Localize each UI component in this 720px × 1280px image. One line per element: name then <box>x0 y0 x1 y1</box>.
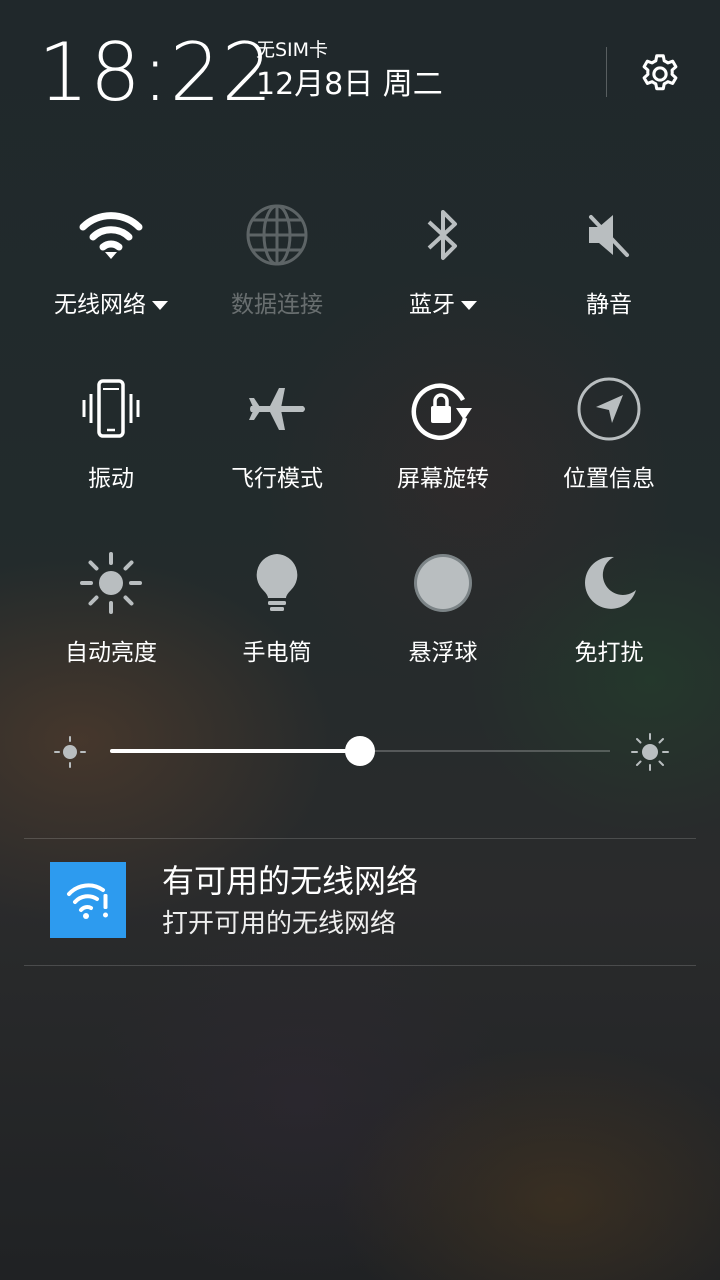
sun-icon <box>80 552 142 614</box>
notification-title: 有可用的无线网络 <box>162 862 419 900</box>
globe-icon <box>246 204 308 266</box>
rotation-lock-icon <box>411 383 472 440</box>
notification-subtitle: 打开可用的无线网络 <box>162 909 397 939</box>
toggle-floating-ball[interactable]: 悬浮球 <box>360 546 526 696</box>
brightness-high-icon <box>631 733 669 771</box>
toggle-label: 手电筒 <box>242 640 312 666</box>
mute-icon <box>589 215 629 257</box>
clock-time: 18:22 <box>38 26 274 119</box>
toggle-label: 数据连接 <box>231 292 323 318</box>
brightness-slider-thumb[interactable] <box>345 736 375 766</box>
toggle-label: 位置信息 <box>563 466 655 492</box>
dropdown-caret-icon[interactable] <box>461 301 477 310</box>
location-arrow-icon <box>577 377 641 441</box>
toggle-location[interactable]: 位置信息 <box>526 372 692 522</box>
dropdown-caret-icon[interactable] <box>152 301 168 310</box>
toggle-label: 振动 <box>88 466 134 492</box>
notification-app-icon <box>50 862 126 938</box>
vibrate-phone-icon <box>82 379 140 438</box>
toggle-wifi[interactable]: 无线网络 <box>28 198 194 348</box>
toggle-label: 蓝牙 <box>409 292 455 318</box>
toggle-label: 自动亮度 <box>65 640 157 666</box>
wifi-alert-icon <box>67 883 108 919</box>
toggle-label: 飞行模式 <box>231 466 323 492</box>
notification-divider-top <box>24 838 696 839</box>
sim-status: 无SIM卡 <box>256 39 329 61</box>
toggle-bluetooth[interactable]: 蓝牙 <box>360 198 526 348</box>
floating-ball-icon <box>414 554 472 612</box>
toggle-do-not-disturb[interactable]: 免打扰 <box>526 546 692 696</box>
settings-button[interactable] <box>634 48 686 100</box>
toggle-label: 免打扰 <box>574 640 644 666</box>
toggle-auto-brightness[interactable]: 自动亮度 <box>28 546 194 696</box>
brightness-low-icon <box>54 736 86 768</box>
toggle-label: 静音 <box>586 292 632 318</box>
airplane-icon <box>249 388 305 430</box>
toggle-flashlight[interactable]: 手电筒 <box>194 546 360 696</box>
lightbulb-icon <box>256 554 298 611</box>
wifi-icon <box>79 212 143 259</box>
header-divider <box>606 47 607 97</box>
bluetooth-icon <box>427 210 457 260</box>
toggle-label: 屏幕旋转 <box>397 466 489 492</box>
toggle-mobile-data[interactable]: 数据连接 <box>194 198 360 348</box>
moon-icon <box>585 556 636 609</box>
toggle-vibrate[interactable]: 振动 <box>28 372 194 522</box>
toggle-label: 悬浮球 <box>408 640 478 666</box>
toggle-screen-rotation[interactable]: 屏幕旋转 <box>360 372 526 522</box>
date-label: 12月8日 周二 <box>256 67 443 102</box>
gear-icon <box>642 54 678 91</box>
notification-divider-bottom <box>24 965 696 966</box>
toggle-label: 无线网络 <box>54 292 146 318</box>
brightness-slider-fill <box>110 749 360 753</box>
toggle-airplane[interactable]: 飞行模式 <box>194 372 360 522</box>
toggle-mute[interactable]: 静音 <box>526 198 692 348</box>
